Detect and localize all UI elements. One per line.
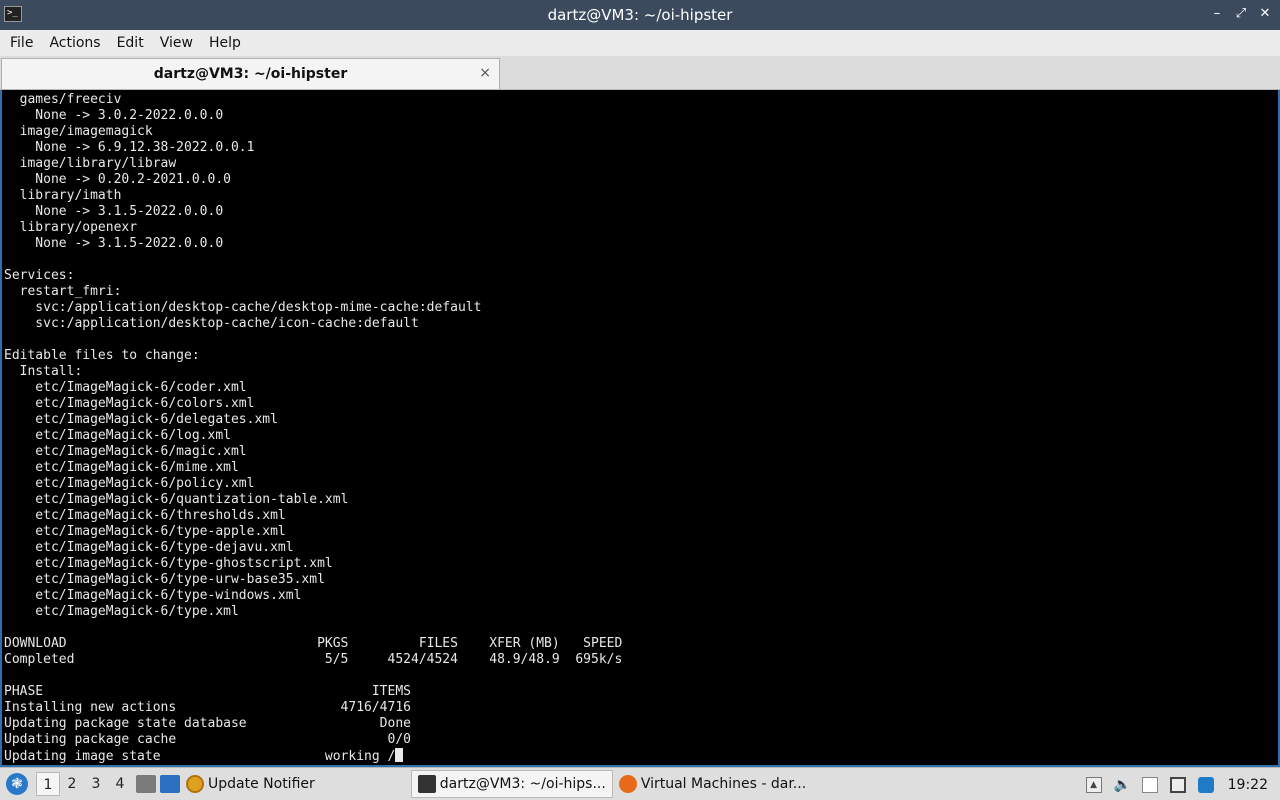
- terminal-line: None -> 6.9.12.38-2022.0.0.1: [35, 140, 255, 155]
- terminal-line: etc/ImageMagick-6/type.xml: [35, 604, 239, 619]
- menu-edit[interactable]: Edit: [109, 30, 152, 56]
- task-label: Virtual Machines - dar...: [640, 776, 807, 792]
- volume-icon[interactable]: 🔈: [1114, 777, 1131, 793]
- terminal-view[interactable]: games/freeciv None -> 3.0.2-2022.0.0.0 i…: [0, 90, 1280, 767]
- workspace-2[interactable]: 2: [60, 772, 84, 796]
- terminal-icon: >_: [4, 6, 22, 22]
- terminal-icon: [417, 775, 436, 793]
- tray-expand-icon[interactable]: ▲: [1085, 776, 1102, 793]
- terminal-line: svc:/application/desktop-cache/desktop-m…: [35, 300, 482, 315]
- terminal-line: games/freeciv: [19, 92, 122, 107]
- terminal-line: etc/ImageMagick-6/thresholds.xml: [35, 508, 286, 523]
- task-virtual-machines[interactable]: Virtual Machines - dar...: [613, 770, 812, 798]
- terminal-line: svc:/application/desktop-cache/icon-cach…: [35, 316, 419, 331]
- terminal-line: etc/ImageMagick-6/policy.xml: [35, 476, 255, 491]
- terminal-line: None -> 0.20.2-2021.0.0.0: [35, 172, 231, 187]
- task-label: Update Notifier: [208, 776, 315, 792]
- taskbar: ❃ 1 2 3 4 Update Notifier dartz@VM3: ~/o…: [0, 767, 1280, 800]
- terminal-cursor: [395, 748, 404, 762]
- clipboard-icon[interactable]: [1141, 776, 1158, 793]
- terminal-line: None -> 3.1.5-2022.0.0.0: [35, 204, 224, 219]
- tab-terminal[interactable]: dartz@VM3: ~/oi-hipster ×: [1, 58, 500, 89]
- start-menu-icon[interactable]: ❃: [6, 773, 28, 795]
- workspace-4[interactable]: 4: [108, 772, 132, 796]
- workspace-1[interactable]: 1: [36, 772, 60, 796]
- terminal-line: etc/ImageMagick-6/colors.xml: [35, 396, 255, 411]
- terminal-line: Services:: [4, 268, 75, 283]
- terminal-line: etc/ImageMagick-6/delegates.xml: [35, 412, 278, 427]
- show-desktop-icon[interactable]: [160, 775, 180, 793]
- menu-view[interactable]: View: [152, 30, 201, 56]
- maximize-button[interactable]: ⤢: [1234, 6, 1248, 22]
- menu-help[interactable]: Help: [201, 30, 249, 56]
- menu-bar: File Actions Edit View Help: [0, 30, 1280, 56]
- minimize-button[interactable]: –: [1210, 6, 1224, 22]
- terminal-line: Completed 5/5 4524/4524 48.9/48.9 695k/s: [4, 652, 623, 667]
- terminal-line: Updating image state working /: [4, 749, 396, 764]
- terminal-line: PHASE ITEMS: [4, 684, 411, 699]
- terminal-line: etc/ImageMagick-6/quantization-table.xml: [35, 492, 349, 507]
- terminal-line: Updating package cache 0/0: [4, 732, 411, 747]
- terminal-line: image/library/libraw: [19, 156, 177, 171]
- terminal-line: DOWNLOAD PKGS FILES XFER (MB) SPEED: [4, 636, 623, 651]
- task-update-notifier[interactable]: Update Notifier: [180, 770, 321, 798]
- terminal-line: Install:: [19, 364, 83, 379]
- menu-file[interactable]: File: [2, 30, 41, 56]
- task-terminal[interactable]: dartz@VM3: ~/oi-hips...: [410, 770, 613, 798]
- system-tray: ▲ 🔈 19:22: [1080, 768, 1280, 800]
- terminal-line: None -> 3.0.2-2022.0.0.0: [35, 108, 224, 123]
- terminal-line: etc/ImageMagick-6/type-windows.xml: [35, 588, 302, 603]
- terminal-line: Installing new actions 4716/4716: [4, 700, 411, 715]
- terminal-line: etc/ImageMagick-6/type-urw-base35.xml: [35, 572, 325, 587]
- close-tab-icon[interactable]: ×: [479, 65, 491, 81]
- terminal-line: etc/ImageMagick-6/type-ghostscript.xml: [35, 556, 333, 571]
- terminal-line: etc/ImageMagick-6/mime.xml: [35, 460, 239, 475]
- firefox-icon: [618, 775, 637, 793]
- terminal-line: restart_fmri:: [19, 284, 122, 299]
- network-icon[interactable]: [1169, 776, 1186, 793]
- terminal-line: None -> 3.1.5-2022.0.0.0: [35, 236, 224, 251]
- clock[interactable]: 19:22: [1228, 777, 1268, 793]
- workspace-switcher: 1 2 3 4: [36, 772, 132, 796]
- close-button[interactable]: ✕: [1258, 6, 1272, 22]
- terminal-line: image/imagemagick: [19, 124, 153, 139]
- terminal-line: etc/ImageMagick-6/log.xml: [35, 428, 231, 443]
- window-controls: – ⤢ ✕: [1210, 6, 1272, 22]
- menu-actions[interactable]: Actions: [41, 30, 108, 56]
- terminal-line: Updating package state database Done: [4, 716, 411, 731]
- terminal-line: etc/ImageMagick-6/type-dejavu.xml: [35, 540, 294, 555]
- file-manager-icon[interactable]: [136, 775, 156, 793]
- workspace-3[interactable]: 3: [84, 772, 108, 796]
- task-label: dartz@VM3: ~/oi-hips...: [439, 776, 606, 792]
- terminal-line: library/openexr: [19, 220, 138, 235]
- terminal-line: library/imath: [19, 188, 122, 203]
- window-title: dartz@VM3: ~/oi-hipster: [547, 6, 733, 24]
- terminal-line: etc/ImageMagick-6/magic.xml: [35, 444, 247, 459]
- tab-bar: dartz@VM3: ~/oi-hipster ×: [0, 56, 1280, 90]
- window-titlebar: >_ dartz@VM3: ~/oi-hipster – ⤢ ✕: [0, 0, 1280, 30]
- terminal-line: etc/ImageMagick-6/coder.xml: [35, 380, 247, 395]
- update-notifier-icon: [186, 775, 204, 793]
- updates-icon[interactable]: [1197, 776, 1214, 793]
- terminal-output: games/freeciv None -> 3.0.2-2022.0.0.0 i…: [2, 90, 1278, 765]
- terminal-line: etc/ImageMagick-6/type-apple.xml: [35, 524, 286, 539]
- terminal-line: Editable files to change:: [4, 348, 200, 363]
- tab-label: dartz@VM3: ~/oi-hipster: [153, 66, 348, 82]
